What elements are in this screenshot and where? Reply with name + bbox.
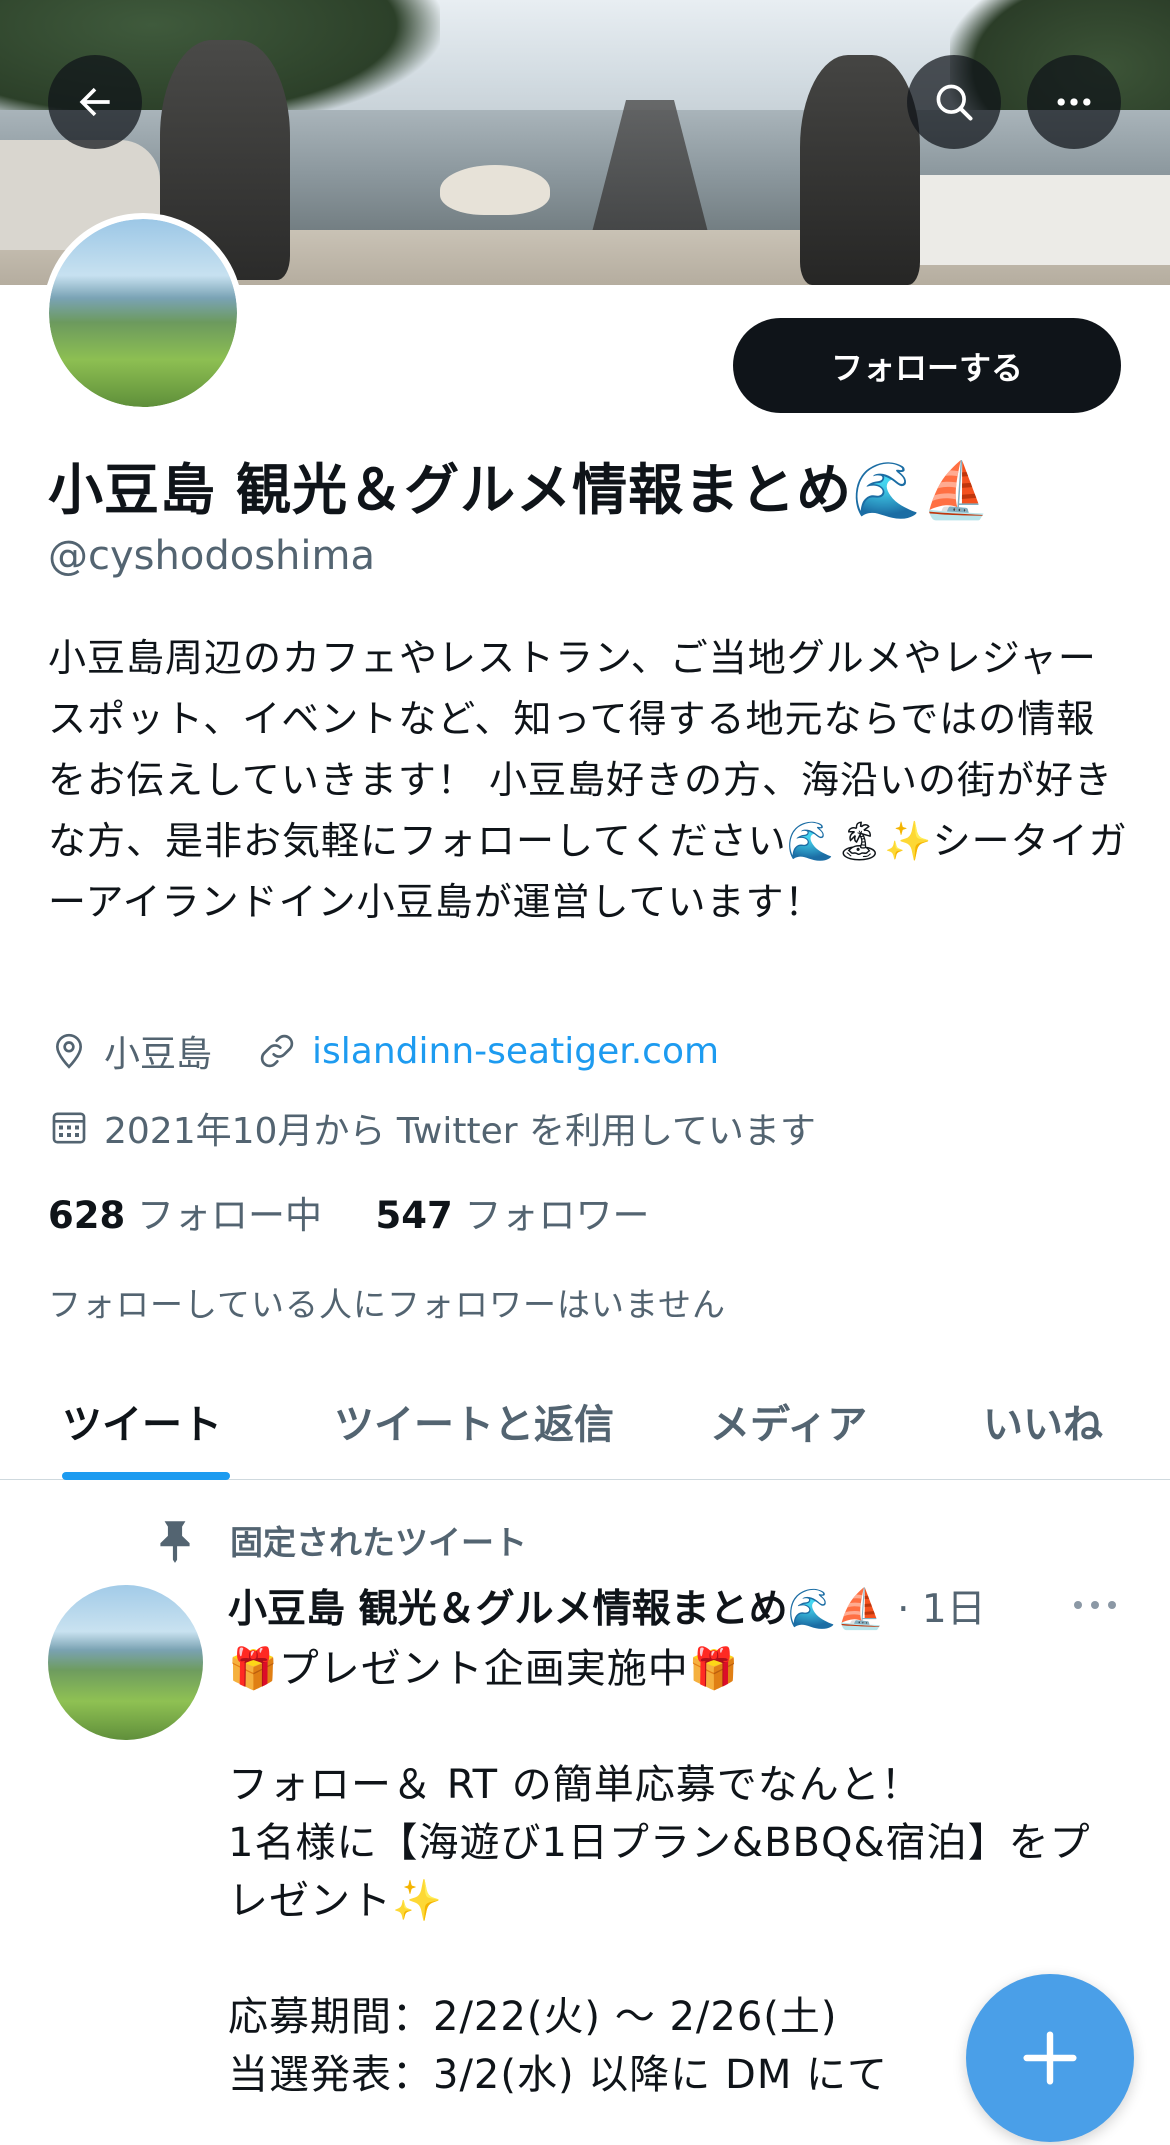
tweet-more-icon[interactable] [1070,1590,1120,1620]
profile-location: 小豆島 [104,1034,213,1075]
tweet-header: 小豆島 観光＆グルメ情報まとめ🌊⛵ · 1日 [228,1578,986,1634]
link-icon [256,1030,298,1072]
banner-boat [440,165,550,215]
tab-likes[interactable]: いいね [983,1392,1103,1450]
back-button[interactable] [48,55,142,149]
profile-counts: 628 フォロー中 547 フォロワー [48,1185,650,1239]
tab-tweets[interactable]: ツイート [62,1392,222,1450]
avatar-image [49,219,237,407]
mutual-followers-note: フォローしている人にフォロワーはいません [48,1285,727,1324]
tweet-timestamp[interactable]: · 1日 [897,1587,986,1632]
pin-icon [160,1521,190,1563]
following-count: 628 [48,1194,126,1237]
plus-icon [1023,2031,1077,2085]
profile-bio: 小豆島周辺のカフェやレストラン、ご当地グルメやレジャースポット、イベントなど、知… [48,636,1128,924]
search-button[interactable] [907,55,1001,149]
compose-tweet-button[interactable] [966,1974,1134,2142]
profile-tabs: ツイート ツイートと返信 メディア いいね [0,1370,1170,1480]
profile-handle: @cyshodoshima [48,533,375,579]
location-icon [48,1030,90,1072]
following-link[interactable]: 628 フォロー中 [48,1194,322,1237]
followers-count: 547 [375,1194,453,1237]
arrow-left-icon [79,87,110,117]
profile-avatar[interactable] [43,213,243,413]
profile-website-link[interactable]: islandinn-seatiger.com [312,1031,719,1072]
profile-joined-row: 2021年10月から Twitter を利用しています [48,1102,816,1154]
calendar-icon [48,1107,90,1149]
followers-link[interactable]: 547 フォロワー [376,1194,650,1237]
pinned-tweet-label: 固定されたツイート [150,1515,527,1565]
tab-media[interactable]: メディア [710,1392,867,1450]
active-tab-indicator [62,1472,230,1480]
search-icon [936,84,973,121]
followers-label: フォロワー [464,1194,650,1237]
banner-bench [915,175,1170,265]
more-button[interactable] [1027,55,1121,149]
following-label: フォロー中 [137,1194,322,1237]
follow-button[interactable]: フォローする [733,318,1121,413]
profile-joined-date: 2021年10月から Twitter を利用しています [104,1111,816,1152]
more-horizontal-icon [1057,98,1091,106]
tab-tweets-and-replies[interactable]: ツイートと返信 [334,1392,614,1450]
banner-statue [800,55,920,285]
pinned-text: 固定されたツイート [230,1523,527,1562]
tweet-author-name[interactable]: 小豆島 観光＆グルメ情報まとめ🌊⛵ [228,1587,885,1632]
profile-display-name: 小豆島 観光＆グルメ情報まとめ🌊⛵ [48,458,992,522]
tweet-author-avatar[interactable] [48,1585,203,1740]
profile-meta-row: 小豆島 islandinn-seatiger.com [48,1025,719,1077]
